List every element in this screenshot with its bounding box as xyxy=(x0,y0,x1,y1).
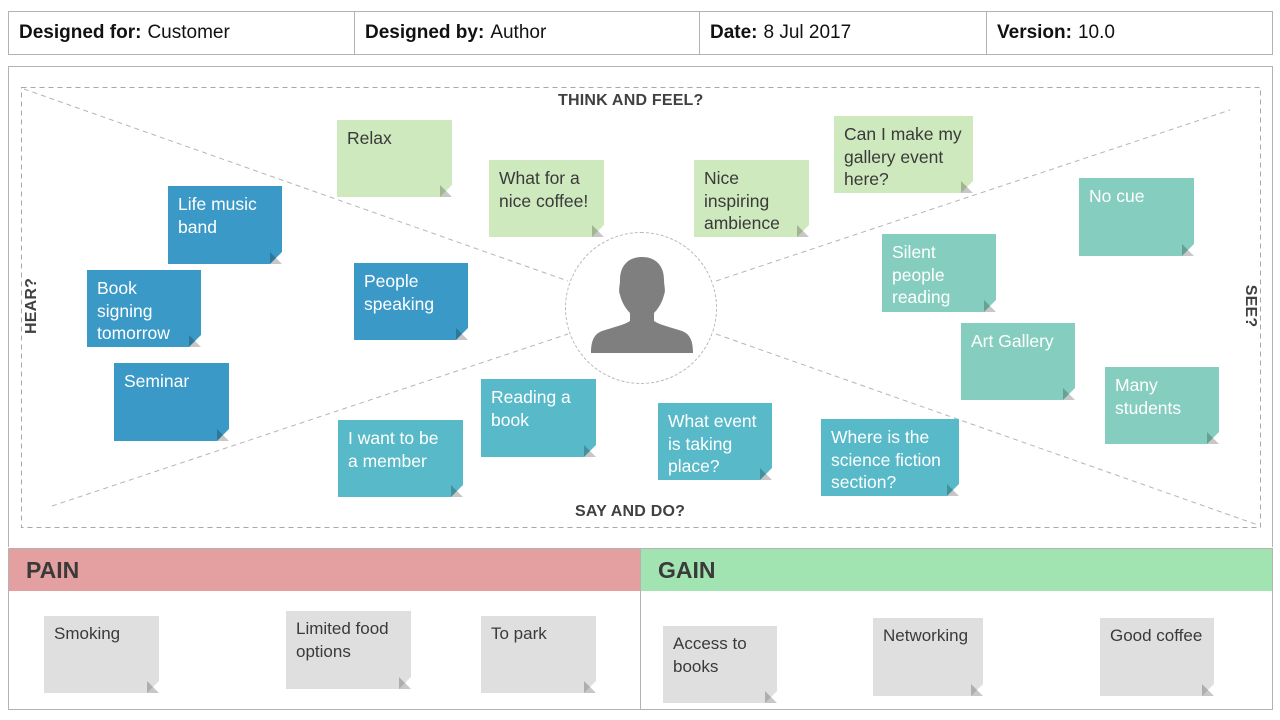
hear-note[interactable]: People speaking xyxy=(354,263,468,340)
pain-note[interactable]: Limited food options xyxy=(286,611,411,689)
date-field[interactable]: Date: 8 Jul 2017 xyxy=(700,12,987,54)
hear-note[interactable]: Seminar xyxy=(114,363,229,441)
version-label: Version: xyxy=(997,22,1072,43)
think-note[interactable]: Nice inspiring ambience xyxy=(694,160,809,237)
say-note[interactable]: Reading a book xyxy=(481,379,596,457)
date-label: Date: xyxy=(710,22,758,43)
designed-for-label: Designed for: xyxy=(19,22,142,43)
think-note[interactable]: Relax xyxy=(337,120,452,197)
think-and-feel-label: THINK AND FEEL? xyxy=(558,92,704,109)
think-note[interactable]: Can I make my gallery event here? xyxy=(834,116,973,193)
say-note[interactable]: Where is the science fiction section? xyxy=(821,419,959,496)
version-value: 10.0 xyxy=(1077,22,1115,43)
say-note[interactable]: I want to be a member xyxy=(338,420,463,497)
designed-for-value: Customer xyxy=(147,22,230,43)
pain-title: PAIN xyxy=(9,549,640,591)
canvas-header: Designed for: Customer Designed by: Auth… xyxy=(8,11,1273,55)
see-note[interactable]: Art Gallery xyxy=(961,323,1075,400)
hear-note[interactable]: Life music band xyxy=(168,186,282,264)
think-note[interactable]: What for a nice coffee! xyxy=(489,160,604,237)
say-note[interactable]: What event is taking place? xyxy=(658,403,772,480)
see-note[interactable]: Silent people reading xyxy=(882,234,996,312)
see-note[interactable]: Many students xyxy=(1105,367,1219,444)
hear-label: HEAR? xyxy=(23,277,40,335)
gain-note[interactable]: Access to books xyxy=(663,626,777,703)
see-note[interactable]: No cue xyxy=(1079,178,1194,256)
pain-note[interactable]: Smoking xyxy=(44,616,159,693)
persona-avatar[interactable] xyxy=(565,232,717,384)
person-silhouette-icon xyxy=(591,257,693,353)
pain-note[interactable]: To park xyxy=(481,616,596,693)
see-label: SEE? xyxy=(1242,284,1259,328)
designed-by-label: Designed by: xyxy=(365,22,485,43)
gain-title: GAIN xyxy=(641,549,1272,591)
say-and-do-label: SAY AND DO? xyxy=(575,503,686,520)
gain-note[interactable]: Good coffee xyxy=(1100,618,1214,696)
date-value: 8 Jul 2017 xyxy=(763,22,852,43)
designed-by-field[interactable]: Designed by: Author xyxy=(355,12,700,54)
gain-note[interactable]: Networking xyxy=(873,618,983,696)
hear-note[interactable]: Book signing tomorrow xyxy=(87,270,201,347)
designed-by-value: Author xyxy=(490,22,547,43)
version-field[interactable]: Version: 10.0 xyxy=(987,12,1272,54)
designed-for-field[interactable]: Designed for: Customer xyxy=(9,12,355,54)
